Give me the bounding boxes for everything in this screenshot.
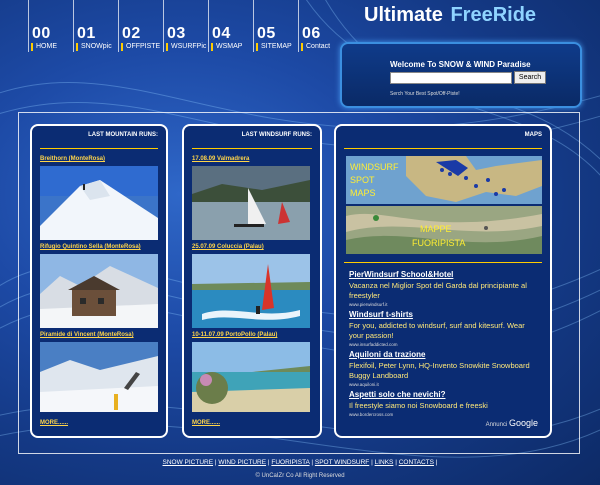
ad-title-link[interactable]: Aquiloni da trazione [349,350,425,359]
windsurf-spot-map[interactable]: WINDSURF SPOT MAPS [346,156,542,204]
top-nav: 00 HOME 01 SNOWpic 02 OFFPISTE 03 WSURFP… [28,0,343,55]
google-ads-credit[interactable]: Annunci Google [486,418,538,428]
nav-label: HOME [31,43,57,51]
search-panel: Welcome To SNOW & WIND Paradise Search S… [340,42,582,108]
nav-item-snowpic[interactable]: 01 SNOWpic [73,0,118,52]
more-link[interactable]: MORE...... [40,420,68,426]
nav-number: 05 [257,25,276,42]
map-label: SPOT [350,175,375,185]
panel-title: LAST WINDSURF RUNS: [241,132,312,138]
ad-title-link[interactable]: Windsurf t-shirts [349,310,413,319]
photo-rifugio[interactable] [40,254,158,328]
nav-label: Contact [301,43,330,51]
nav-number: 02 [122,25,141,42]
photo-caption-link[interactable]: Rifugio Quintino Sella (MonteRosa) [40,244,141,250]
copyright-text: © UnCaIZr Co All Right Reserved [255,473,345,479]
nav-item-wsmap[interactable]: 04 WSMAP [208,0,253,52]
panel-divider [344,148,542,149]
search-hint: Serch Your Best Spot/Off-Piste! [390,91,460,97]
logo-part1: Ultimate [364,4,443,26]
footer-link-links[interactable]: LINKS [375,459,394,466]
footer-link-snow-picture[interactable]: SNOW PICTURE [163,459,214,466]
map-label: MAPPE [420,224,452,234]
nav-item-offpiste[interactable]: 02 OFFPISTE [118,0,163,52]
ad-text[interactable]: Il freestyle siamo noi Snowboard e frees… [349,401,539,411]
ad-text[interactable]: Flexifoil, Peter Lynn, HQ-Invento Snowki… [349,361,539,381]
mountain-runs-panel: LAST MOUNTAIN RUNS: Breithorn (MonteRosa… [30,124,168,438]
ad-text[interactable]: Vacanza nel Miglior Spot del Garda dal p… [349,281,539,301]
google-logo: Google [508,418,538,428]
offpiste-map[interactable]: MAPPE FUORIPISTA [346,206,542,254]
map-label: FUORIPISTA [412,238,465,248]
search-button[interactable]: Search [514,71,546,84]
photo-breithorn[interactable] [40,166,158,240]
logo-part2: FreeRide [450,4,537,26]
panel-divider [192,148,312,149]
search-welcome-text: Welcome To SNOW & WIND Paradise [390,60,531,69]
nav-number: 00 [32,25,51,42]
photo-portopollo[interactable] [192,342,310,412]
photo-caption-link[interactable]: 10-11.07.09 PortoPollo (Palau) [192,332,277,338]
nav-label: WSURFPic [166,43,206,51]
nav-label: SNOWpic [76,43,112,51]
nav-number: 01 [77,25,96,42]
panel-divider [344,262,542,263]
photo-caption-link[interactable]: 17.08.09 Valmadrera [192,156,249,162]
google-ads-prefix: Annunci [485,422,508,428]
photo-coluccia[interactable] [192,254,310,328]
ad-url[interactable]: www.pierwindsurf.it [349,302,388,307]
site-logo[interactable]: Ultimate FreeRide [364,4,536,27]
windsurf-runs-panel: LAST WINDSURF RUNS: 17.08.09 Valmadrera … [182,124,322,438]
nav-item-sitemap[interactable]: 05 SITEMAP [253,0,298,52]
footer-link-wind-picture[interactable]: WIND PICTURE [218,459,266,466]
photo-caption-link[interactable]: Breithorn (MonteRosa) [40,156,105,162]
footer-link-contacts[interactable]: CONTACTS [399,459,434,466]
photo-caption-link[interactable]: 25.07.09 Coluccia (Palau) [192,244,264,250]
ad-text[interactable]: For you, addicted to windsurf, surf and … [349,321,539,341]
search-input[interactable] [390,72,512,84]
footer-link-spot-windsurf[interactable]: SPOT WINDSURF [315,459,369,466]
nav-item-home[interactable]: 00 HOME [28,0,73,52]
nav-item-wsurfpic[interactable]: 03 WSURFPic [163,0,208,52]
nav-label: OFFPISTE [121,43,160,51]
footer-link-fuoripista[interactable]: FUORIPISTA [271,459,309,466]
nav-number: 04 [212,25,231,42]
panel-divider [40,148,158,149]
map-label: WINDSURF [350,162,399,172]
ad-url[interactable]: www.insurfaddicted.com [349,342,398,347]
maps-panel: MAPS WINDSURF SPOT MAPS MAPPE FUORIPISTA… [334,124,552,438]
nav-label: WSMAP [211,43,242,51]
panel-title: LAST MOUNTAIN RUNS: [88,132,158,138]
photo-valmadrera[interactable] [192,166,310,240]
map-label: MAPS [350,188,376,198]
nav-item-contact[interactable]: 06 Contact [298,0,343,52]
panel-title: MAPS [524,132,542,138]
ad-title-link[interactable]: Aspetti solo che nevichi? [349,390,445,399]
nav-label: SITEMAP [256,43,292,51]
ad-url[interactable]: www.aquiloni.it [349,382,379,387]
ad-title-link[interactable]: PierWindsurf School&Hotel [349,270,453,279]
ad-url[interactable]: www.bordercross.com [349,412,393,417]
more-link[interactable]: MORE...... [192,420,220,426]
nav-number: 03 [167,25,186,42]
photo-caption-link[interactable]: Piramide di Vincent (MonteRosa) [40,332,134,338]
nav-number: 06 [302,25,321,42]
photo-piramide[interactable] [40,342,158,412]
footer-links: SNOW PICTURE | WIND PICTURE | FUORIPISTA… [162,459,438,466]
